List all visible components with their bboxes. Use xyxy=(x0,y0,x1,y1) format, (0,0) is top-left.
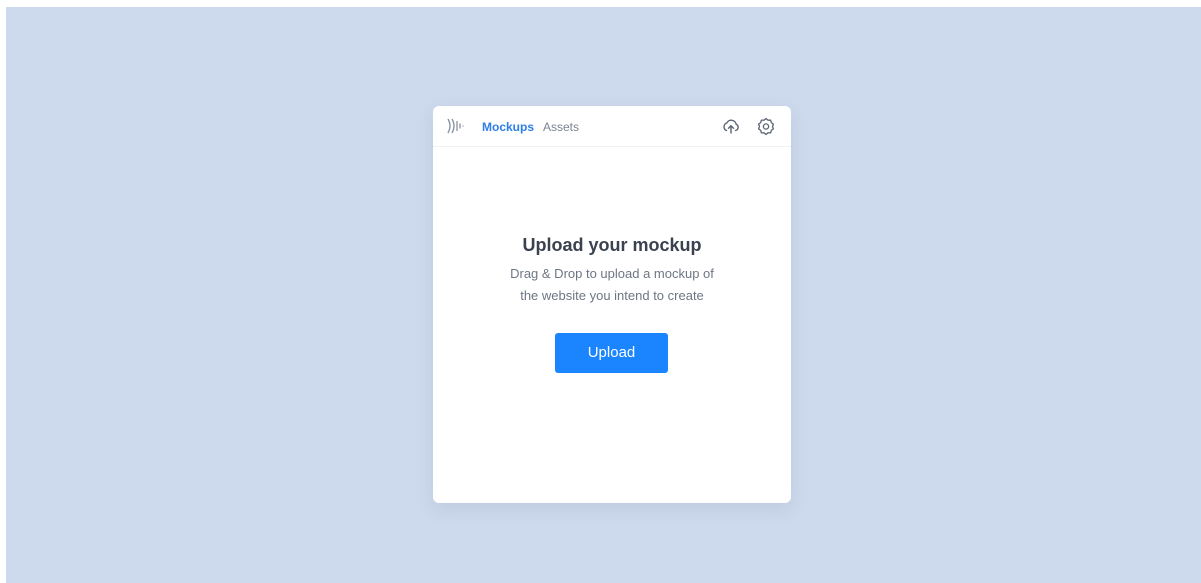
page-background: Mockups Assets Upload your mockup Drag &… xyxy=(6,7,1201,583)
upload-card: Mockups Assets Upload your mockup Drag &… xyxy=(433,106,791,503)
page-title: Upload your mockup xyxy=(522,235,702,255)
upload-description-line-1: Drag & Drop to upload a mockup of xyxy=(510,266,714,281)
tab-assets[interactable]: Assets xyxy=(543,120,579,134)
upload-button[interactable]: Upload xyxy=(555,333,668,373)
gear-icon[interactable] xyxy=(756,116,776,136)
sound-wave-logo-icon xyxy=(446,116,470,136)
upload-description-line-2: the website you intend to create xyxy=(520,288,704,303)
cloud-upload-icon[interactable] xyxy=(721,116,741,136)
tab-mockups[interactable]: Mockups xyxy=(482,120,534,134)
card-header: Mockups Assets xyxy=(433,106,791,147)
